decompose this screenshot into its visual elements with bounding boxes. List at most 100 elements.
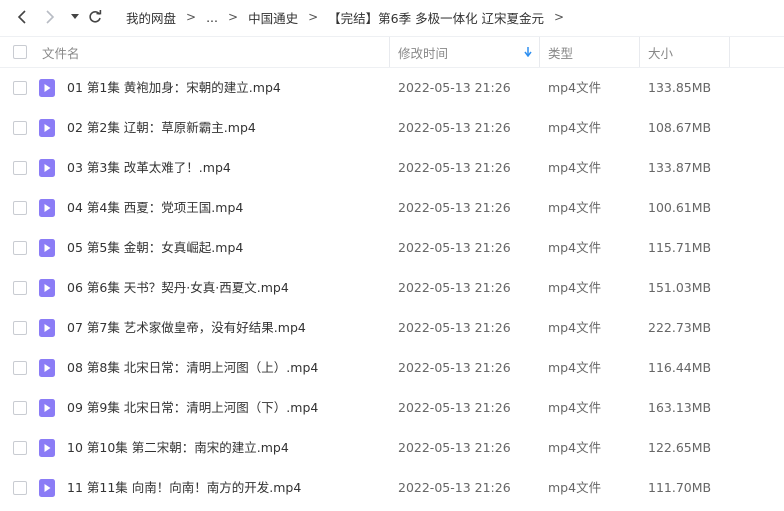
file-name[interactable]: 11 第11集 向南！向南！南方的开发.mp4	[67, 468, 301, 508]
file-name[interactable]: 10 第10集 第二宋朝：南宋的建立.mp4	[67, 428, 289, 468]
file-type: mp4文件	[548, 360, 602, 375]
file-name[interactable]: 07 第7集 艺术家做皇帝，没有好结果.mp4	[67, 308, 306, 348]
file-size: 122.65MB	[648, 440, 712, 455]
file-name[interactable]: 06 第6集 天书？契丹·女真·西夏文.mp4	[67, 268, 289, 308]
row-checkbox[interactable]	[13, 241, 27, 255]
file-type: mp4文件	[548, 200, 602, 215]
history-dropdown-button[interactable]	[68, 6, 82, 28]
row-checkbox[interactable]	[13, 161, 27, 175]
row-checkbox[interactable]	[13, 441, 27, 455]
breadcrumb-item-folder[interactable]: 中国通史	[248, 8, 298, 27]
breadcrumb-separator: >	[308, 10, 319, 24]
file-type: mp4文件	[548, 120, 602, 135]
file-size: 163.13MB	[648, 400, 712, 415]
row-checkbox[interactable]	[13, 481, 27, 495]
row-checkbox[interactable]	[13, 81, 27, 95]
video-file-icon	[39, 479, 55, 497]
row-checkbox[interactable]	[13, 281, 27, 295]
file-size: 108.67MB	[648, 120, 712, 135]
chevron-left-icon	[17, 10, 26, 24]
column-header-date-label: 修改时间	[398, 45, 449, 61]
file-size: 115.71MB	[648, 240, 712, 255]
file-modified-date: 2022-05-13 21:26	[398, 80, 511, 95]
file-row[interactable]: 02 第2集 辽朝：草原新霸主.mp4 2022-05-13 21:26 mp4文件…	[0, 108, 784, 148]
sort-down-arrow-icon	[524, 47, 532, 57]
file-modified-date: 2022-05-13 21:26	[398, 320, 511, 335]
breadcrumb-item-current[interactable]: 【完结】第6季 多极一体化 辽宋夏金元	[328, 8, 544, 27]
file-modified-date: 2022-05-13 21:26	[398, 400, 511, 415]
file-row[interactable]: 07 第7集 艺术家做皇帝，没有好结果.mp4 2022-05-13 21:26 m…	[0, 308, 784, 348]
file-row[interactable]: 10 第10集 第二宋朝：南宋的建立.mp4 2022-05-13 21:26 mp…	[0, 428, 784, 468]
column-header-date[interactable]: 修改时间	[398, 37, 538, 67]
video-file-icon	[39, 159, 55, 177]
row-checkbox[interactable]	[13, 401, 27, 415]
breadcrumb-item-root[interactable]: 我的网盘	[126, 8, 176, 27]
video-file-icon	[39, 399, 55, 417]
file-name[interactable]: 02 第2集 辽朝：草原新霸主.mp4	[67, 108, 256, 148]
file-name[interactable]: 09 第9集 北宋日常：清明上河图（下）.mp4	[67, 388, 318, 428]
breadcrumb-separator: >	[228, 10, 239, 24]
row-checkbox[interactable]	[13, 121, 27, 135]
video-file-icon	[39, 79, 55, 97]
file-type: mp4文件	[548, 240, 602, 255]
file-row[interactable]: 03 第3集 改革太难了！.mp4 2022-05-13 21:26 mp4文件 13…	[0, 148, 784, 188]
file-modified-date: 2022-05-13 21:26	[398, 120, 511, 135]
column-divider[interactable]	[389, 37, 390, 67]
file-row[interactable]: 05 第5集 金朝：女真崛起.mp4 2022-05-13 21:26 mp4文件 1…	[0, 228, 784, 268]
file-type: mp4文件	[548, 280, 602, 295]
file-type: mp4文件	[548, 320, 602, 335]
file-modified-date: 2022-05-13 21:26	[398, 160, 511, 175]
file-row[interactable]: 01 第1集 黄袍加身：宋朝的建立.mp4 2022-05-13 21:26 mp4…	[0, 68, 784, 108]
video-file-icon	[39, 439, 55, 457]
file-row[interactable]: 09 第9集 北宋日常：清明上河图（下）.mp4 2022-05-13 21:26…	[0, 388, 784, 428]
file-name[interactable]: 04 第4集 西夏：党项王国.mp4	[67, 188, 243, 228]
file-type: mp4文件	[548, 400, 602, 415]
file-name[interactable]: 08 第8集 北宋日常：清明上河图（上）.mp4	[67, 348, 318, 388]
video-file-icon	[39, 119, 55, 137]
caret-down-icon	[71, 14, 79, 19]
file-size: 133.87MB	[648, 160, 712, 175]
column-divider[interactable]	[639, 37, 640, 67]
breadcrumb-separator: >	[186, 10, 197, 24]
file-type: mp4文件	[548, 480, 602, 495]
select-all-checkbox[interactable]	[13, 45, 27, 59]
chevron-right-icon	[46, 10, 55, 24]
row-checkbox[interactable]	[13, 201, 27, 215]
breadcrumb-separator: >	[554, 10, 565, 24]
file-size: 133.85MB	[648, 80, 712, 95]
video-file-icon	[39, 359, 55, 377]
file-row[interactable]: 06 第6集 天书？契丹·女真·西夏文.mp4 2022-05-13 21:26 m…	[0, 268, 784, 308]
file-modified-date: 2022-05-13 21:26	[398, 200, 511, 215]
file-size: 222.73MB	[648, 320, 712, 335]
breadcrumb: 我的网盘 > ... > 中国通史 > 【完结】第6季 多极一体化 辽宋夏金元 …	[126, 0, 574, 34]
video-file-icon	[39, 239, 55, 257]
file-list-header: 文件名 修改时间 类型 大小	[0, 36, 784, 68]
video-file-icon	[39, 199, 55, 217]
breadcrumb-item-ellipsis[interactable]: ...	[206, 10, 218, 25]
file-size: 116.44MB	[648, 360, 712, 375]
file-name[interactable]: 01 第1集 黄袍加身：宋朝的建立.mp4	[67, 68, 281, 108]
file-modified-date: 2022-05-13 21:26	[398, 360, 511, 375]
column-divider[interactable]	[729, 37, 730, 67]
back-button[interactable]	[14, 6, 30, 28]
file-type: mp4文件	[548, 440, 602, 455]
column-header-name[interactable]: 文件名	[42, 37, 80, 67]
refresh-button[interactable]	[86, 6, 104, 28]
column-header-type[interactable]: 类型	[548, 37, 573, 67]
file-row[interactable]: 04 第4集 西夏：党项王国.mp4 2022-05-13 21:26 mp4文件 1…	[0, 188, 784, 228]
row-checkbox[interactable]	[13, 321, 27, 335]
file-size: 100.61MB	[648, 200, 712, 215]
file-type: mp4文件	[548, 160, 602, 175]
file-type: mp4文件	[548, 80, 602, 95]
file-row[interactable]: 08 第8集 北宋日常：清明上河图（上）.mp4 2022-05-13 21:26…	[0, 348, 784, 388]
file-name[interactable]: 03 第3集 改革太难了！.mp4	[67, 148, 231, 188]
file-size: 151.03MB	[648, 280, 712, 295]
file-row[interactable]: 11 第11集 向南！向南！南方的开发.mp4 2022-05-13 21:26 m…	[0, 468, 784, 508]
forward-button[interactable]	[42, 6, 58, 28]
column-divider[interactable]	[539, 37, 540, 67]
file-name[interactable]: 05 第5集 金朝：女真崛起.mp4	[67, 228, 243, 268]
navigation-bar: 我的网盘 > ... > 中国通史 > 【完结】第6季 多极一体化 辽宋夏金元 …	[0, 0, 784, 34]
file-modified-date: 2022-05-13 21:26	[398, 280, 511, 295]
row-checkbox[interactable]	[13, 361, 27, 375]
column-header-size[interactable]: 大小	[648, 37, 673, 67]
